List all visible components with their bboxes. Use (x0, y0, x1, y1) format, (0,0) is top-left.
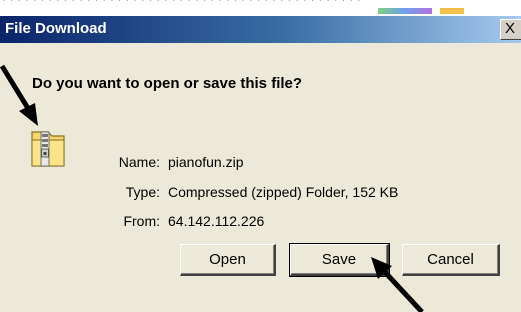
pointer-arrow-to-save (371, 257, 424, 312)
screen: · · · · · · · · · · · · · · · · · · · · … (0, 0, 521, 312)
pointer-arrow-to-icon (0, 64, 38, 126)
annotation-arrows (0, 64, 424, 312)
